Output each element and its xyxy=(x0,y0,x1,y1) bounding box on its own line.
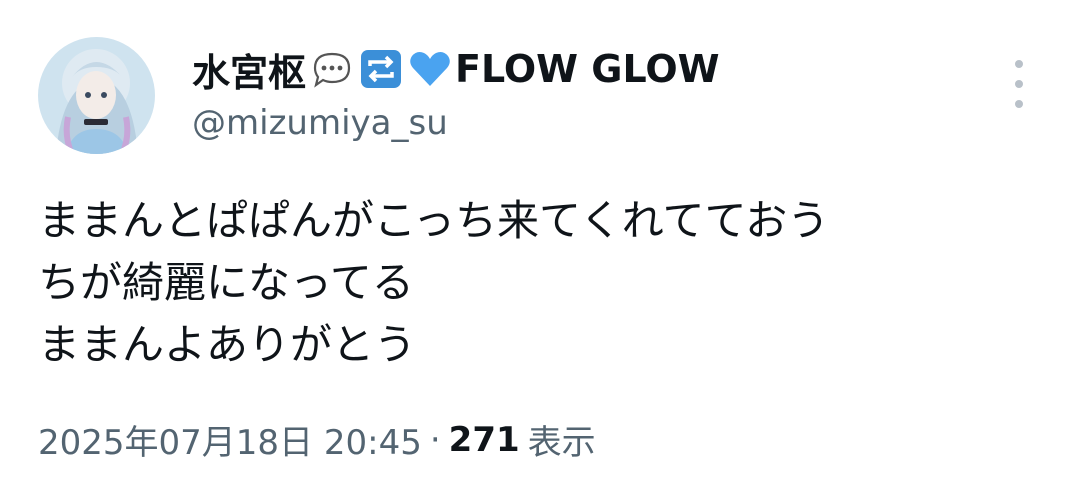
avatar[interactable] xyxy=(38,37,155,154)
display-name-suffix[interactable]: FLOW GLOW xyxy=(455,47,720,91)
author-name-row[interactable]: 水宮枢 FLOW GLOW xyxy=(192,42,720,96)
tweet-line: ちが綺麗になってる xyxy=(38,258,414,307)
blue-heart-icon xyxy=(407,46,453,92)
user-handle[interactable]: @mizumiya_su xyxy=(192,103,448,143)
more-dot xyxy=(1015,80,1023,88)
meta-separator: · xyxy=(429,419,441,460)
tweet-meta: 2025年07月18日 20:45 · 271 表示 xyxy=(38,415,596,464)
tweet-text: ままんとぱぱんがこっち来てくれてておう ちが綺麗になってる ままんよありがとう xyxy=(38,190,1058,376)
repeat-icon xyxy=(358,46,404,92)
more-dot xyxy=(1015,60,1023,68)
display-name[interactable]: 水宮枢 xyxy=(192,42,306,97)
speech-bubble-icon xyxy=(309,46,355,92)
avatar-image xyxy=(38,37,155,154)
timestamp[interactable]: 2025年07月18日 20:45 xyxy=(38,415,422,464)
views-label: 表示 xyxy=(527,423,596,463)
more-options-icon[interactable] xyxy=(1006,60,1032,108)
tweet-line: ままんよありがとう xyxy=(38,320,417,369)
tweet-line: ままんとぱぱんがこっち来てくれてておう xyxy=(38,196,830,245)
views-count[interactable]: 271 xyxy=(449,420,520,460)
more-dot xyxy=(1015,100,1023,108)
